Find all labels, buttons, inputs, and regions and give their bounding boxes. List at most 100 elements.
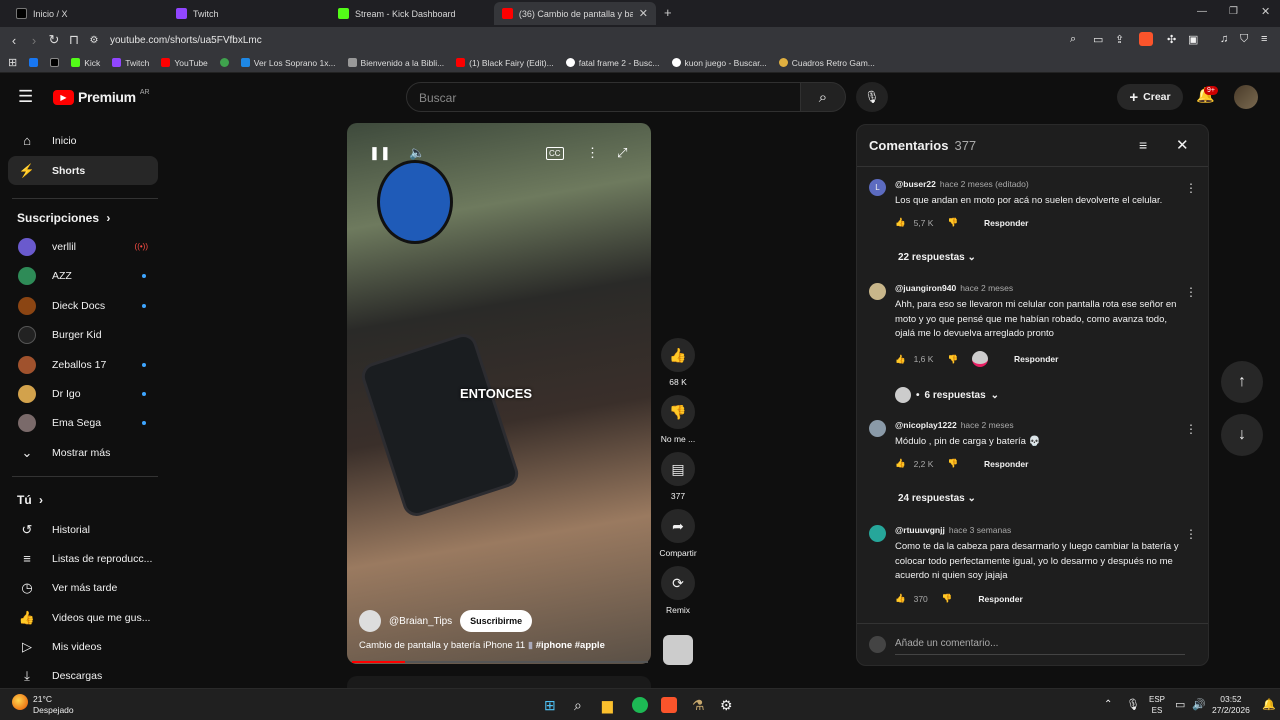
file-explorer-icon[interactable]: ▆ <box>602 697 613 714</box>
comment-more-icon[interactable]: ⋮ <box>1185 422 1197 436</box>
thumbs-down-icon[interactable]: 👎 <box>947 354 958 365</box>
bookmark-x[interactable] <box>50 58 60 67</box>
tray-chevron-up-icon[interactable]: ⌃ <box>1104 699 1112 710</box>
you-heading[interactable]: Tú › <box>17 493 43 507</box>
sidebar-toggle-icon[interactable]: ▣ <box>1188 33 1198 46</box>
weather-widget[interactable]: 21°C Despejado <box>33 694 74 716</box>
search-button[interactable]: ⌕ <box>800 82 846 112</box>
create-button[interactable]: + Crear <box>1117 84 1183 110</box>
network-icon[interactable]: ▭ <box>1175 698 1185 711</box>
show-more-button[interactable]: ⌄ Mostrar más <box>8 438 158 467</box>
thumbs-up-icon[interactable]: 👍 <box>661 338 695 372</box>
youtube-logo[interactable]: ▶ Premium AR <box>53 89 150 105</box>
sidebar-item-liked[interactable]: 👍 Videos que me gus... <box>8 603 158 632</box>
add-comment-input[interactable]: Añade un comentario... <box>895 638 1185 655</box>
volume-tray-icon[interactable]: 🔊 <box>1192 698 1206 711</box>
like-action[interactable]: 👍 68 K <box>660 338 696 387</box>
sidebar-item-historial[interactable]: ↺ Historial <box>8 515 158 544</box>
commenter-avatar[interactable]: L <box>869 179 886 196</box>
weather-moon-icon[interactable] <box>12 694 28 710</box>
channel-name[interactable]: @Braian_Tips <box>389 616 452 627</box>
url-field[interactable]: youtube.com/shorts/ua5FVfbxLmc <box>110 35 262 46</box>
subscriptions-heading[interactable]: Suscripciones › <box>17 211 110 225</box>
comments-action[interactable]: ▤ 377 <box>660 452 696 501</box>
thumbs-up-icon[interactable]: 👍 <box>895 354 906 365</box>
next-short-button[interactable]: ↓ <box>1221 414 1263 456</box>
menu-icon[interactable]: ≡ <box>1261 33 1267 45</box>
reply-button[interactable]: Responder <box>1014 354 1058 364</box>
thumbs-up-icon[interactable]: 👍 <box>895 593 906 604</box>
video-title[interactable]: Cambio de pantalla y batería iPhone 11 ▮… <box>359 640 605 651</box>
commenter-avatar[interactable] <box>869 283 886 300</box>
thumbs-up-icon[interactable]: 👍 <box>895 217 906 228</box>
thumbs-down-icon[interactable]: 👎 <box>947 217 958 228</box>
notification-center-icon[interactable]: 🔔 <box>1262 698 1276 711</box>
sidebar-item-watch-later[interactable]: ◷ Ver más tarde <box>8 573 158 602</box>
sidebar-sub-burger-kid[interactable]: Burger Kid <box>8 320 158 349</box>
tab-x[interactable]: Inicio / X <box>8 2 168 25</box>
media-icon[interactable]: ♫ <box>1220 33 1228 45</box>
comment-username[interactable]: @nicoplay1222 <box>895 420 957 430</box>
commenter-avatar[interactable] <box>869 525 886 542</box>
voice-search-button[interactable]: 🎙 <box>856 82 888 112</box>
bookmark-twitch[interactable]: Twitch <box>112 58 149 68</box>
share-icon[interactable]: ⇪ <box>1115 33 1124 46</box>
sort-icon[interactable]: ≡ <box>1139 137 1147 153</box>
search-input[interactable]: Buscar <box>406 82 801 112</box>
thumbs-down-icon[interactable]: 👎 <box>661 395 695 429</box>
reply-button[interactable]: Responder <box>984 459 1028 469</box>
previous-short-button[interactable]: ↑ <box>1221 361 1263 403</box>
brave-shield-icon[interactable] <box>1139 32 1153 46</box>
close-window-button[interactable]: ✕ <box>1261 5 1270 18</box>
comment-more-icon[interactable]: ⋮ <box>1185 285 1197 299</box>
share-arrow-icon[interactable]: ➦ <box>661 509 695 543</box>
commenter-avatar[interactable] <box>869 420 886 437</box>
site-info-icon[interactable]: ⚙ <box>84 35 104 46</box>
hamburger-menu-icon[interactable]: ☰ <box>18 87 33 107</box>
sidebar-item-playlists[interactable]: ≡ Listas de reproducc... <box>8 544 158 573</box>
spotify-icon[interactable] <box>632 697 648 713</box>
video-progress-bar[interactable] <box>352 661 648 663</box>
subscribe-button[interactable]: Suscribirme <box>460 610 533 632</box>
sidebar-sub-verllil[interactable]: verllil ((•)) <box>8 232 158 261</box>
bookmark-fatal-frame[interactable]: fatal frame 2 - Busc... <box>565 58 660 68</box>
thumbs-up-icon[interactable]: 👍 <box>895 458 906 469</box>
apps-grid-icon[interactable]: ⊞ <box>8 56 17 69</box>
language-indicator[interactable]: ESP ES <box>1149 694 1165 716</box>
settings-gear-icon[interactable]: ⚙ <box>720 697 733 714</box>
forward-icon[interactable]: › <box>24 33 44 48</box>
new-tab-button[interactable]: + <box>664 5 672 20</box>
next-video-preview[interactable] <box>347 676 651 688</box>
tab-kick[interactable]: Stream - Kick Dashboard <box>330 2 490 25</box>
comment-more-icon[interactable]: ⋮ <box>1185 527 1197 541</box>
dislike-action[interactable]: 👎 No me ... <box>660 395 696 444</box>
sidebar-item-downloads[interactable]: ⤓ Descargas <box>8 661 158 690</box>
share-action[interactable]: ➦ Compartir <box>659 509 697 558</box>
back-icon[interactable]: ‹ <box>4 33 24 48</box>
bookmark-biblioteca[interactable]: Bienvenido a la Bibli... <box>347 58 444 68</box>
sidebar-item-inicio[interactable]: ⌂ Inicio <box>8 126 158 155</box>
sidebar-item-my-videos[interactable]: ▷ Mis videos <box>8 632 158 661</box>
close-tab-icon[interactable]: ✕ <box>639 7 648 20</box>
bookmark-kuon[interactable]: kuon juego - Buscar... <box>671 58 767 68</box>
sidebar-sub-dr-igo[interactable]: Dr Igo <box>8 379 158 408</box>
tab-youtube-active[interactable]: (36) Cambio de pantalla y bat ✕ <box>494 2 656 25</box>
captions-icon[interactable]: CC <box>546 147 564 160</box>
bookmark-facebook[interactable] <box>29 58 39 67</box>
channel-avatar[interactable] <box>359 610 381 632</box>
sidebar-sub-ema-sega[interactable]: Ema Sega <box>8 408 158 437</box>
cast-icon[interactable]: ▭ <box>1093 33 1103 46</box>
windows-start-icon[interactable]: ⊞ <box>544 697 556 714</box>
sound-source-thumbnail[interactable] <box>663 635 693 665</box>
account-avatar[interactable] <box>1234 85 1258 109</box>
pause-icon[interactable]: ❚❚ <box>369 145 391 161</box>
comment-more-icon[interactable]: ⋮ <box>1185 181 1197 195</box>
reload-icon[interactable]: ↻ <box>44 32 64 48</box>
view-replies-button[interactable]: 22 respuestas ⌄ <box>898 252 976 263</box>
more-options-icon[interactable]: ⋮ <box>586 145 599 161</box>
bookmark-kick[interactable]: Kick <box>71 58 100 68</box>
sidebar-sub-azz[interactable]: AZZ <box>8 261 158 290</box>
bookmark-soprano[interactable]: Ver Los Soprano 1x... <box>240 58 336 68</box>
sidebar-item-shorts[interactable]: ⚡ Shorts <box>8 156 158 185</box>
comment-username[interactable]: @rtuuuvgnjj <box>895 525 945 535</box>
